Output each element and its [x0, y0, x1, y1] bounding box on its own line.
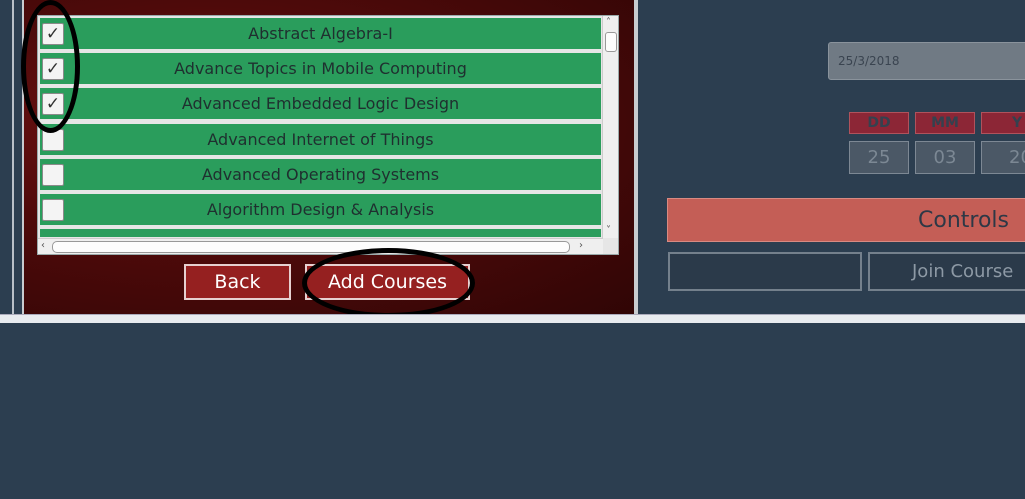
horizontal-scrollbar[interactable]: ‹ ›: [38, 238, 603, 254]
scroll-left-icon[interactable]: ‹: [41, 241, 45, 251]
list-item[interactable]: Advanced Internet of Things: [40, 124, 601, 155]
left-panel-edge: [0, 0, 14, 314]
course-label: Advance Topics in Mobile Computing: [174, 59, 467, 78]
month-field[interactable]: 03: [915, 141, 975, 174]
course-label: Advanced Embedded Logic Design: [181, 94, 460, 113]
vertical-scroll-thumb[interactable]: [605, 32, 617, 52]
course-label: Algorithm Design & Analysis: [206, 200, 435, 219]
course-checkbox[interactable]: [42, 199, 64, 221]
course-label: Advanced Operating Systems: [201, 165, 440, 184]
list-item[interactable]: Algorithm Design & Analysis: [40, 194, 601, 225]
scroll-down-icon[interactable]: ˅: [606, 226, 611, 236]
course-label: Advanced Internet of Things: [207, 130, 434, 149]
date-field[interactable]: 25/3/2018: [828, 42, 1025, 80]
list-item[interactable]: ✓ Abstract Algebra-I: [40, 18, 601, 49]
year-header: Y: [981, 112, 1025, 134]
back-button[interactable]: Back: [184, 264, 291, 300]
year-field[interactable]: 20: [981, 141, 1025, 174]
course-list[interactable]: ✓ Abstract Algebra-I ✓ Advance Topics in…: [37, 15, 619, 255]
controls-header: Controls: [667, 198, 1025, 242]
month-header: MM: [915, 112, 975, 134]
window-divider: [0, 314, 1025, 323]
blank-button[interactable]: [668, 252, 862, 291]
course-checkbox[interactable]: [42, 164, 64, 186]
list-item-partial[interactable]: [40, 229, 601, 237]
scroll-right-icon[interactable]: ›: [579, 241, 583, 251]
list-item[interactable]: Advanced Operating Systems: [40, 159, 601, 190]
list-item[interactable]: ✓ Advance Topics in Mobile Computing: [40, 53, 601, 84]
join-course-button[interactable]: Join Course: [868, 252, 1025, 291]
scroll-up-icon[interactable]: ˄: [606, 18, 611, 28]
highlight-oval-checkboxes: [21, 0, 80, 133]
day-header: DD: [849, 112, 909, 134]
horizontal-scroll-thumb[interactable]: [52, 241, 570, 253]
highlight-oval-add-button: [302, 248, 475, 318]
list-item[interactable]: ✓ Advanced Embedded Logic Design: [40, 88, 601, 119]
vertical-scrollbar[interactable]: ˄ ˅: [602, 16, 618, 238]
day-field[interactable]: 25: [849, 141, 909, 174]
main-window: ✓ Abstract Algebra-I ✓ Advance Topics in…: [0, 0, 1025, 318]
course-label: Abstract Algebra-I: [248, 24, 393, 43]
